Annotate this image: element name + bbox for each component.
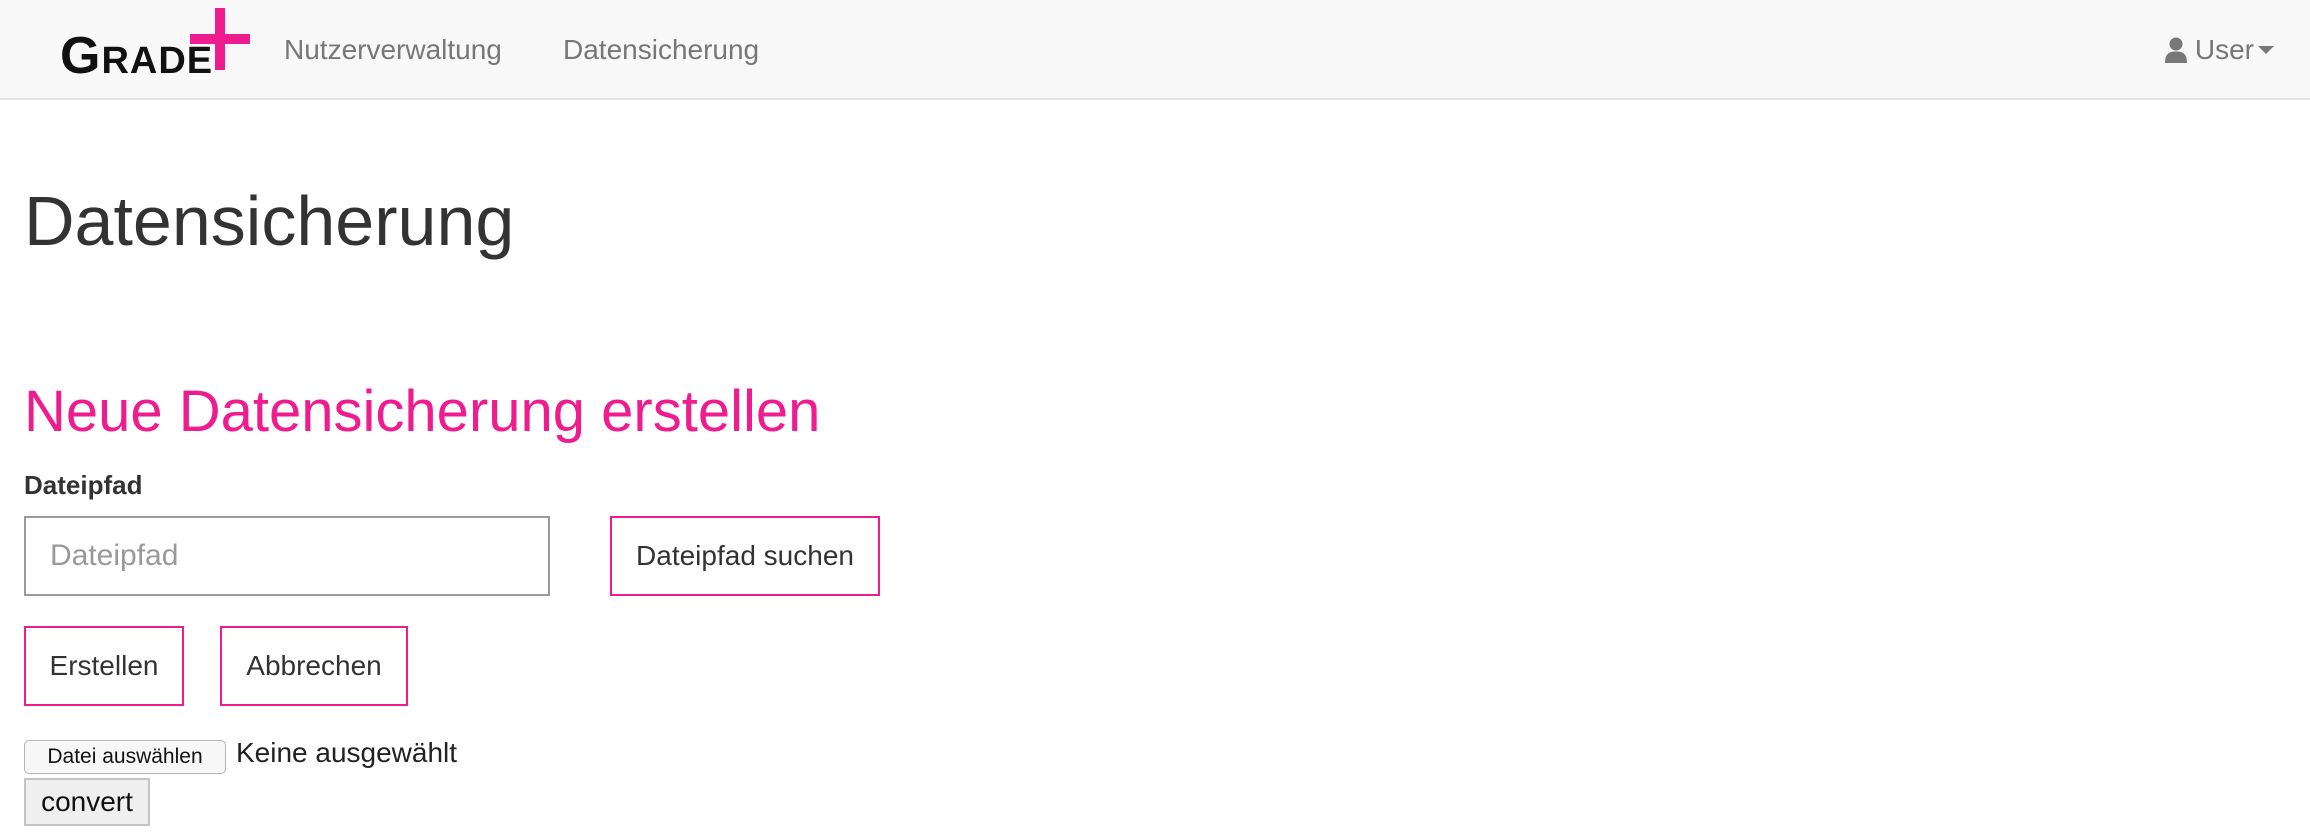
abbrechen-button[interactable]: Abbrechen <box>220 626 408 706</box>
page-title: Datensicherung <box>24 182 515 260</box>
top-navbar: GRADE Nutzerverwaltung Datensicherung Us… <box>0 0 2310 100</box>
user-menu-label: User <box>2194 34 2254 65</box>
nav-link-nutzerverwaltung[interactable]: Nutzerverwaltung <box>284 30 502 70</box>
user-menu-dropdown[interactable]: User <box>2164 30 2274 70</box>
dateipfad-label: Dateipfad <box>24 470 143 500</box>
dateipfad-input[interactable] <box>24 516 550 596</box>
caret-down-icon <box>2258 46 2274 54</box>
grade-plus-logo[interactable]: GRADE <box>60 8 250 88</box>
dateipfad-suchen-button[interactable]: Dateipfad suchen <box>610 516 880 596</box>
nav-link-datensicherung[interactable]: Datensicherung <box>563 30 759 70</box>
user-icon <box>2164 37 2187 63</box>
plus-icon <box>190 8 250 70</box>
choose-file-button[interactable]: Datei auswählen <box>24 740 226 774</box>
logo-initial: G <box>60 27 102 85</box>
erstellen-button[interactable]: Erstellen <box>24 626 184 706</box>
file-status-text: Keine ausgewählt <box>236 737 458 768</box>
section-title: Neue Datensicherung erstellen <box>24 379 821 444</box>
convert-button[interactable]: convert <box>24 778 150 826</box>
